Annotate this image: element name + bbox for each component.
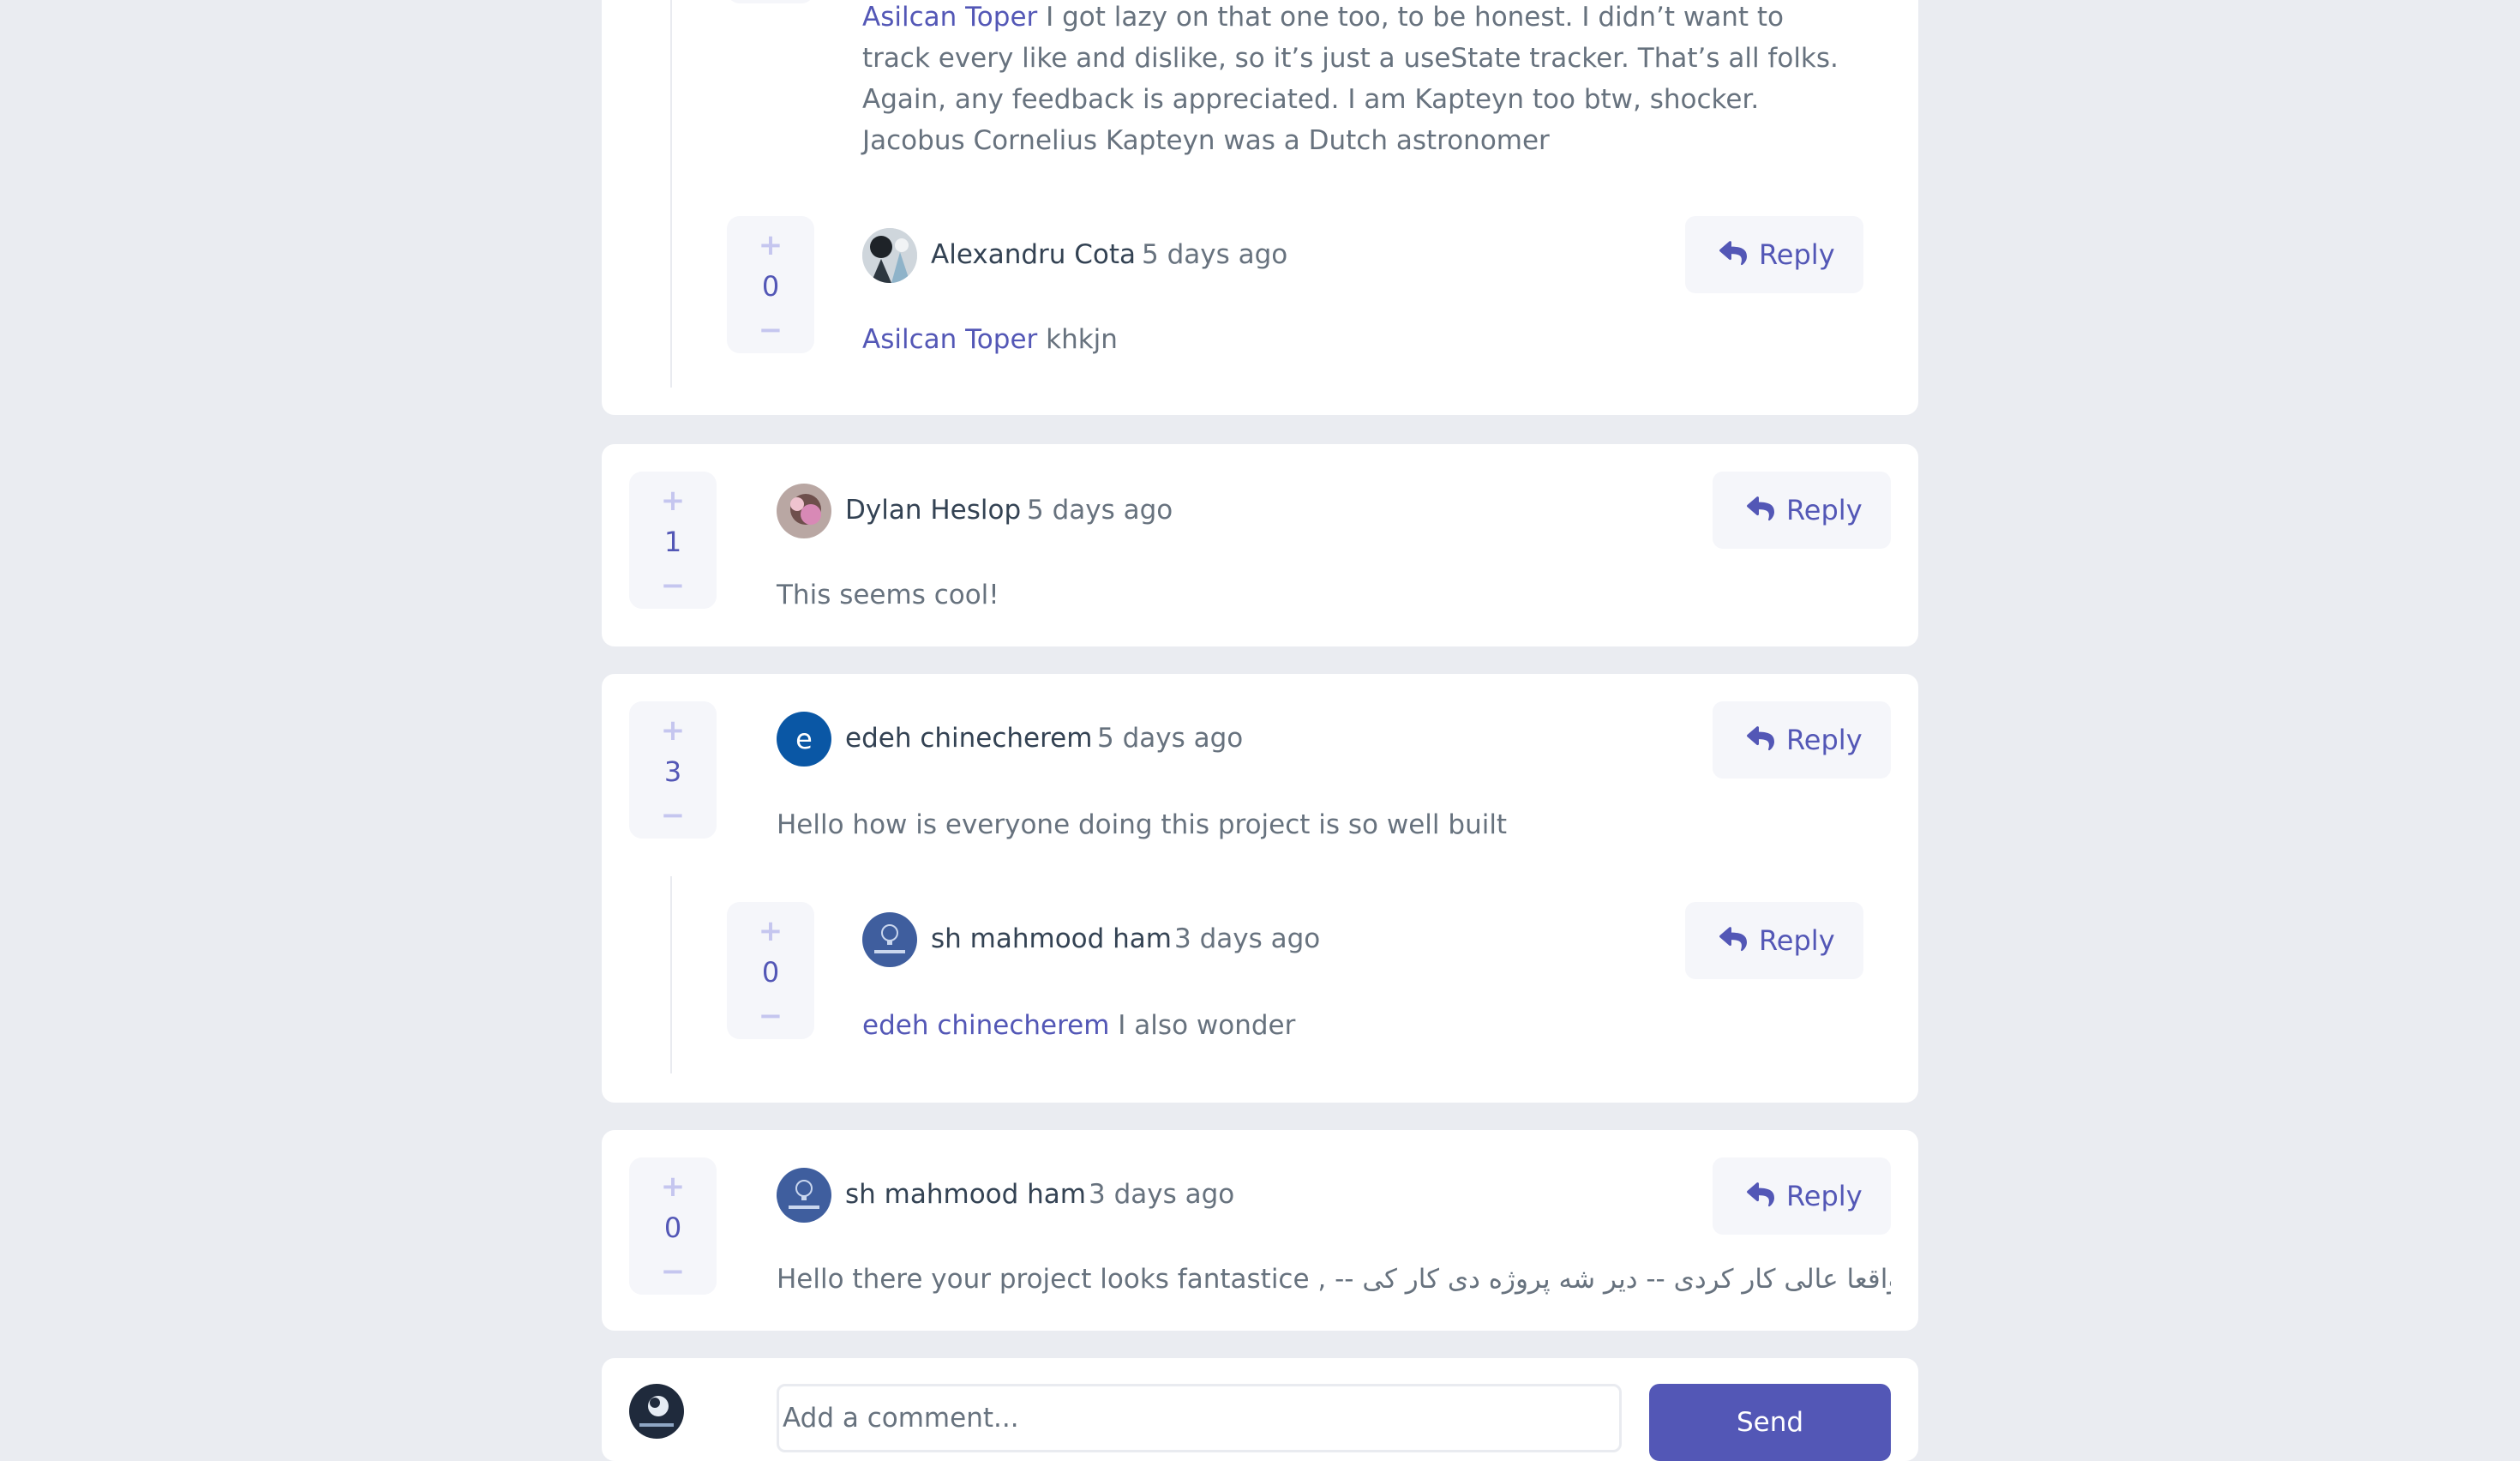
reply-button[interactable]: Reply [1685,216,1863,293]
timestamp: 3 days ago [1089,1179,1235,1210]
vote-widget: − [727,0,814,3]
upvote-button[interactable]: + [727,231,814,260]
vote-widget: + 1 − [629,472,717,609]
comment-text: edeh chinecherem I also wonder [862,1010,1296,1041]
comment-text: Hello how is everyone doing this project… [777,809,1508,840]
upvote-button[interactable]: + [727,917,814,946]
username[interactable]: sh mahmood ham [931,923,1172,954]
comment-card: + 1 − Dylan Heslop 5 days ago Reply This… [602,444,1918,646]
upvote-button[interactable]: + [629,486,717,515]
vote-widget: + 0 − [727,902,814,1039]
comment-input[interactable] [777,1384,1622,1452]
username[interactable]: sh mahmood ham [845,1179,1086,1210]
comment-text: This seems cool! [777,580,999,610]
comment-thread-card: + 3 − e edeh chinecherem 5 days ago Repl… [602,674,1918,1103]
timestamp: 5 days ago [1142,239,1288,270]
vote-score: 0 [761,270,780,303]
vote-score: 0 [761,956,780,989]
current-user-avatar [629,1384,684,1439]
avatar [862,912,917,967]
upvote-button[interactable]: + [629,716,717,745]
downvote-button[interactable]: − [727,316,814,345]
downvote-button[interactable]: − [727,1001,814,1031]
timestamp: 5 days ago [1097,723,1244,754]
avatar [777,484,831,538]
reply-button[interactable]: Reply [1713,701,1891,779]
reply-icon [1719,927,1747,952]
vote-widget: + 0 − [629,1157,717,1295]
reply-button[interactable]: Reply [1713,1157,1891,1235]
mention-link[interactable]: edeh chinecherem [862,1010,1109,1041]
vote-score: 3 [663,755,682,788]
thread-line [670,876,672,1073]
username[interactable]: edeh chinecherem [845,723,1092,754]
timestamp: 3 days ago [1174,923,1321,954]
comment-text: Asilcan Toper khkjn [862,324,1118,355]
timestamp: 5 days ago [1027,495,1173,526]
reply-icon [1747,496,1774,521]
thread-line [670,0,672,388]
comment-text: Hello there your project looks fantastic… [777,1264,1891,1295]
vote-widget: + 0 − [727,216,814,353]
vote-widget: + 3 − [629,701,717,839]
comment-thread-card: − Asilcan Toper I got lazy on that one t… [602,0,1918,415]
vote-score: 0 [663,1211,682,1244]
mention-link[interactable]: Asilcan Toper [862,2,1037,33]
comment-text: Asilcan Toper I got lazy on that one too… [862,2,1839,156]
downvote-button[interactable]: − [629,571,717,600]
reply-button[interactable]: Reply [1713,472,1891,549]
avatar: e [777,712,831,767]
avatar [862,228,917,283]
reply-icon [1719,241,1747,266]
comment-card: + 0 − sh mahmood ham 3 days ago Reply He… [602,1130,1918,1331]
mention-link[interactable]: Asilcan Toper [862,324,1037,355]
vote-score: 1 [663,526,682,558]
username[interactable]: Dylan Heslop [845,495,1021,526]
username[interactable]: Alexandru Cota [931,239,1136,270]
downvote-button[interactable]: − [629,1257,717,1286]
avatar [777,1168,831,1223]
downvote-button[interactable]: − [629,801,717,830]
reply-icon [1747,1182,1774,1207]
upvote-button[interactable]: + [629,1172,717,1201]
reply-button[interactable]: Reply [1685,902,1863,979]
reply-icon [1747,726,1774,751]
send-button[interactable]: Send [1649,1384,1891,1461]
